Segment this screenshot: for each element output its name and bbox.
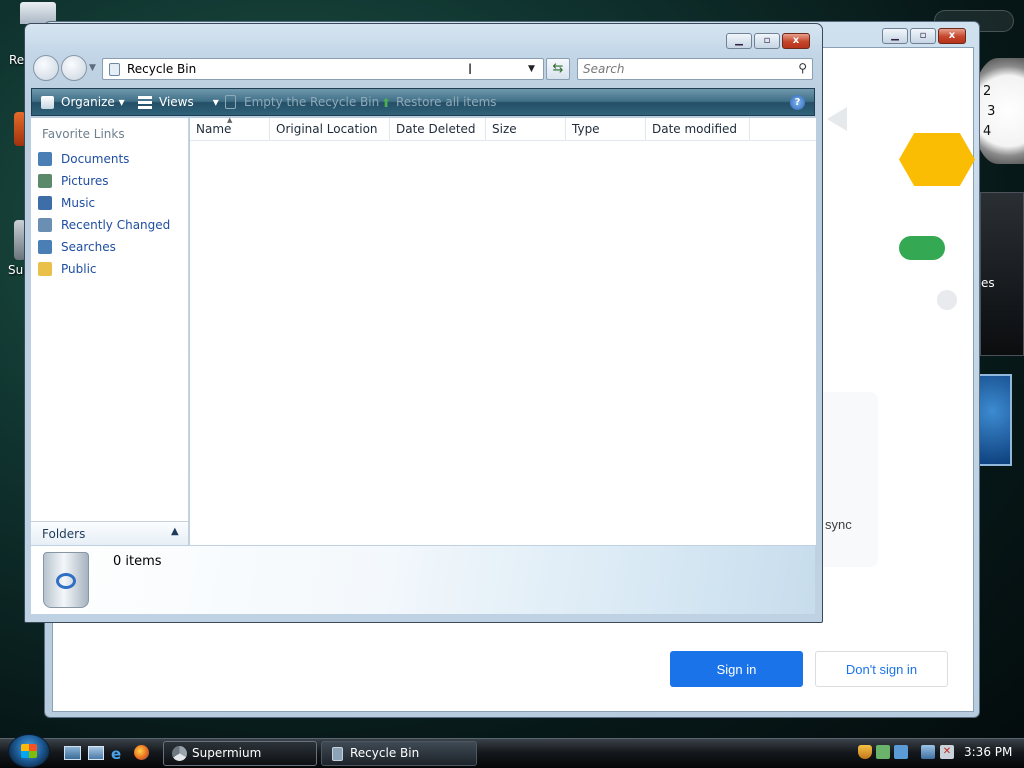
restore-all-items-button[interactable]: Restore all items — [396, 95, 497, 109]
text-cursor-icon: I — [468, 62, 473, 78]
yellow-hexagon-graphic — [899, 133, 975, 186]
recycle-bin-large-icon — [43, 552, 89, 608]
chevron-up-icon[interactable]: ▲ — [171, 526, 179, 537]
firefox-icon[interactable] — [134, 745, 149, 760]
address-dropdown-icon[interactable]: ▼ — [528, 64, 535, 74]
recycle-bin-icon — [332, 747, 343, 761]
recycle-bin-small-icon — [109, 63, 120, 76]
recent-icon — [38, 218, 52, 232]
slideshow-gadget — [978, 374, 1012, 466]
organize-icon — [41, 96, 54, 109]
grey-dot-graphic — [937, 290, 957, 310]
views-button[interactable]: Views ▾ — [159, 95, 219, 109]
browser-window-controls: ▁ ▫ x — [882, 28, 966, 44]
sync-text: sync — [825, 517, 852, 532]
taskbar-item-recycle-bin[interactable]: Recycle Bin — [321, 741, 477, 766]
folders-label: Folders — [42, 527, 86, 541]
command-bar: Organize ▾ Views ▾ Empty the Recycle Bin… — [31, 88, 815, 116]
search-icon[interactable]: ⚲ — [798, 61, 807, 75]
column-header-size[interactable]: Size — [486, 118, 566, 141]
taskbar-item-supermium[interactable]: Supermium — [163, 741, 317, 766]
switch-windows-icon[interactable] — [88, 746, 104, 760]
favorite-link-searches[interactable]: Searches — [38, 237, 116, 257]
back-arrow-graphic — [827, 107, 847, 131]
feed-gadget-text: es — [981, 276, 995, 290]
refresh-button[interactable]: ⇆ — [546, 58, 570, 80]
column-header-row: Name ▲ Original Location Date Deleted Si… — [190, 116, 816, 141]
feed-gadget — [980, 192, 1024, 356]
illustration-card — [818, 392, 878, 567]
pictures-icon — [38, 174, 52, 188]
favorite-link-documents[interactable]: Documents — [38, 149, 129, 169]
empty-recycle-bin-button[interactable]: Empty the Recycle Bin — [244, 95, 379, 109]
taskbar-item-label: Recycle Bin — [350, 746, 420, 760]
green-pill-graphic — [899, 236, 945, 260]
windows-logo-icon — [21, 744, 37, 758]
views-label: Views — [159, 95, 194, 109]
sign-in-button[interactable]: Sign in — [670, 651, 803, 687]
clock-gadget-numbers: 2 34 — [983, 84, 996, 139]
details-pane: 0 items — [31, 546, 815, 614]
sort-indicator-icon: ▲ — [227, 116, 233, 124]
show-desktop-icon[interactable] — [64, 746, 81, 760]
favorite-link-label: Recently Changed — [61, 218, 171, 232]
taskbar-item-label: Supermium — [192, 746, 262, 760]
network-icon[interactable] — [921, 745, 935, 759]
recent-pages-chevron-icon[interactable]: ▼ — [89, 63, 96, 73]
favorite-link-recently-changed[interactable]: Recently Changed — [38, 215, 170, 235]
window-controls: ▁ ▫ x — [726, 33, 810, 49]
restore-icon: ⬆ — [381, 96, 392, 110]
favorite-link-label: Searches — [61, 240, 116, 254]
search-placeholder: Search — [583, 62, 625, 76]
maximize-button[interactable]: ▫ — [754, 33, 780, 49]
updates-icon[interactable] — [894, 745, 908, 759]
internet-explorer-icon[interactable]: e — [111, 745, 121, 763]
favorite-link-public[interactable]: Public — [38, 259, 97, 279]
help-icon[interactable]: ? — [790, 95, 805, 110]
file-list[interactable]: Name ▲ Original Location Date Deleted Si… — [190, 116, 816, 545]
recycle-bin-window: ▁ ▫ x ▼ Recycle Bin I ▼ ⇆ Search ⚲ Organ… — [24, 23, 823, 623]
organize-label: Organize — [61, 95, 115, 109]
forward-button[interactable] — [61, 55, 87, 81]
documents-icon — [38, 152, 52, 166]
favorite-links-title: Favorite Links — [42, 127, 125, 141]
searches-icon — [38, 240, 52, 254]
favorite-link-label: Public — [61, 262, 97, 276]
close-button[interactable]: x — [938, 28, 966, 44]
music-icon — [38, 196, 52, 210]
favorite-link-pictures[interactable]: Pictures — [38, 171, 109, 191]
public-folder-icon — [38, 262, 52, 276]
column-header-type[interactable]: Type — [566, 118, 646, 141]
favorite-link-label: Pictures — [61, 174, 109, 188]
dont-sign-in-button[interactable]: Don't sign in — [815, 651, 948, 687]
empty-recycle-bin-icon — [225, 95, 236, 109]
volume-muted-icon[interactable]: ✕ — [940, 745, 954, 759]
address-text: Recycle Bin — [127, 62, 197, 76]
security-shield-icon[interactable] — [858, 745, 872, 759]
navigation-pane: Favorite Links Documents Pictures Music … — [31, 118, 189, 545]
maximize-button[interactable]: ▫ — [910, 28, 936, 44]
search-input[interactable]: Search ⚲ — [577, 58, 813, 80]
desktop-icon-label[interactable]: Re — [9, 53, 24, 67]
column-header-original-location[interactable]: Original Location — [270, 118, 390, 141]
favorite-link-label: Documents — [61, 152, 130, 166]
favorite-link-music[interactable]: Music — [38, 193, 95, 213]
supermium-icon — [172, 746, 187, 761]
favorite-link-label: Music — [61, 196, 96, 210]
organize-button[interactable]: Organize ▾ — [61, 95, 125, 109]
back-button[interactable] — [33, 55, 59, 81]
close-button[interactable]: x — [782, 33, 810, 49]
column-header-date-deleted[interactable]: Date Deleted — [390, 118, 486, 141]
address-bar[interactable]: Recycle Bin I ▼ — [102, 58, 544, 80]
item-count: 0 items — [113, 554, 162, 569]
safely-remove-icon[interactable] — [876, 745, 890, 759]
folders-toggle[interactable]: Folders ▲ — [31, 521, 189, 545]
views-icon — [138, 96, 152, 109]
column-header-date-modified[interactable]: Date modified — [646, 118, 750, 141]
taskbar-clock[interactable]: 3:36 PM — [964, 745, 1012, 759]
minimize-button[interactable]: ▁ — [882, 28, 908, 44]
start-button[interactable] — [8, 734, 50, 768]
minimize-button[interactable]: ▁ — [726, 33, 752, 49]
